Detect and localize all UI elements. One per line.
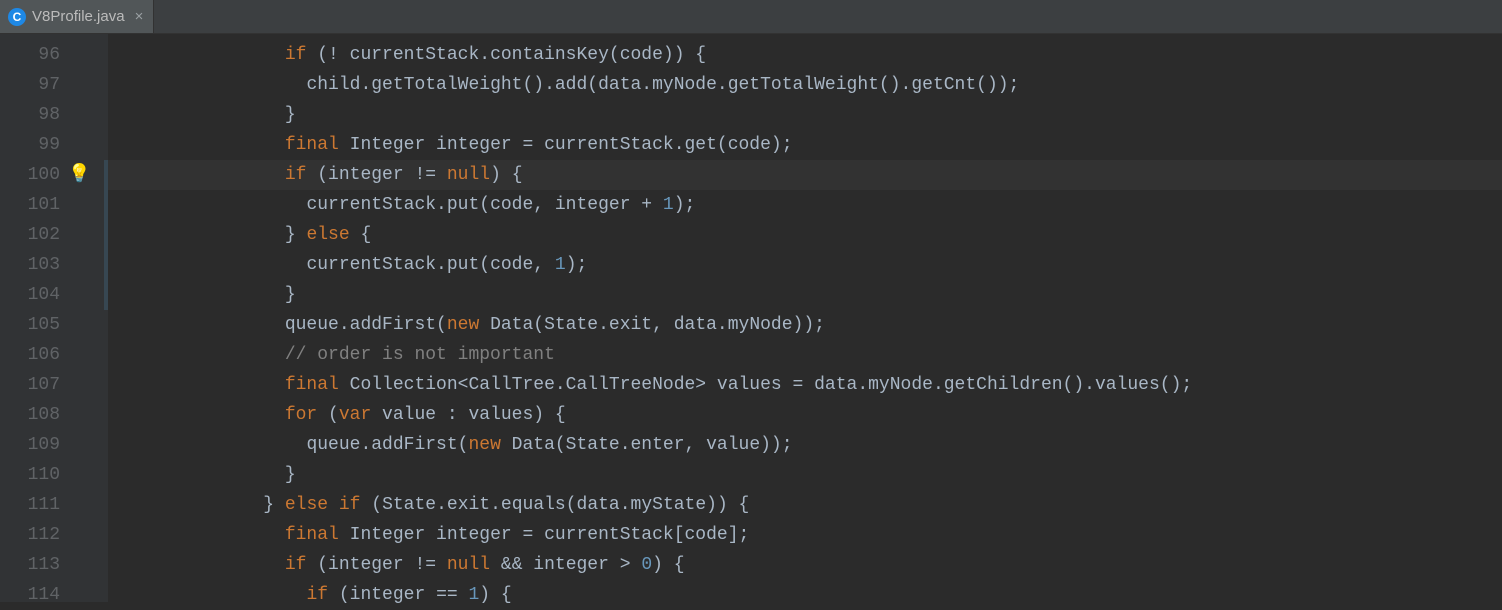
file-type-icon: C <box>8 8 26 26</box>
code-line[interactable]: final Integer integer = currentStack[cod… <box>108 520 1502 550</box>
code-line[interactable]: } else { <box>108 220 1502 250</box>
intention-bulb-icon[interactable]: 💡 <box>68 165 88 185</box>
code-line[interactable]: if (integer != null && integer > 0) { <box>108 550 1502 580</box>
code-line[interactable]: queue.addFirst(new Data(State.enter, val… <box>108 430 1502 460</box>
code-line[interactable]: } else if (State.exit.equals(data.myStat… <box>108 490 1502 520</box>
editor: 9697989910010110210310410510610710810911… <box>0 34 1502 602</box>
code-line[interactable]: } <box>108 460 1502 490</box>
line-number: 97 <box>0 70 108 100</box>
code-line[interactable]: if (integer == 1) { <box>108 580 1502 610</box>
line-number: 110 <box>0 460 108 490</box>
line-number: 114 <box>0 580 108 610</box>
code-line[interactable]: final Integer integer = currentStack.get… <box>108 130 1502 160</box>
line-number: 107 <box>0 370 108 400</box>
code-line[interactable]: final Collection<CallTree.CallTreeNode> … <box>108 370 1502 400</box>
code-line[interactable]: child.getTotalWeight().add(data.myNode.g… <box>108 70 1502 100</box>
tab-bar: C V8Profile.java × <box>0 0 1502 34</box>
code-line[interactable]: if (! currentStack.containsKey(code)) { <box>108 40 1502 70</box>
line-number: 105 <box>0 310 108 340</box>
tab-filename: V8Profile.java <box>32 8 125 25</box>
line-number: 113 <box>0 550 108 580</box>
line-number: 102 <box>0 220 108 250</box>
code-line[interactable]: currentStack.put(code, integer + 1); <box>108 190 1502 220</box>
line-number: 100 <box>0 160 108 190</box>
gutter: 9697989910010110210310410510610710810911… <box>0 34 108 602</box>
code-line[interactable]: currentStack.put(code, 1); <box>108 250 1502 280</box>
line-number: 109 <box>0 430 108 460</box>
code-line[interactable]: // order is not important <box>108 340 1502 370</box>
line-number: 108 <box>0 400 108 430</box>
line-number: 112 <box>0 520 108 550</box>
line-number: 96 <box>0 40 108 70</box>
line-number: 104 <box>0 280 108 310</box>
code-line[interactable]: } <box>108 280 1502 310</box>
code-line[interactable]: for (var value : values) { <box>108 400 1502 430</box>
code-line[interactable]: queue.addFirst(new Data(State.exit, data… <box>108 310 1502 340</box>
code-line[interactable]: } <box>108 100 1502 130</box>
line-number: 106 <box>0 340 108 370</box>
code-line[interactable]: if (integer != null) { <box>108 160 1502 190</box>
line-number: 99 <box>0 130 108 160</box>
line-number: 101 <box>0 190 108 220</box>
code-area[interactable]: if (! currentStack.containsKey(code)) { … <box>108 34 1502 602</box>
line-number: 111 <box>0 490 108 520</box>
editor-tab[interactable]: C V8Profile.java × <box>0 0 154 33</box>
line-number: 98 <box>0 100 108 130</box>
close-icon[interactable]: × <box>135 8 144 25</box>
line-number: 103 <box>0 250 108 280</box>
